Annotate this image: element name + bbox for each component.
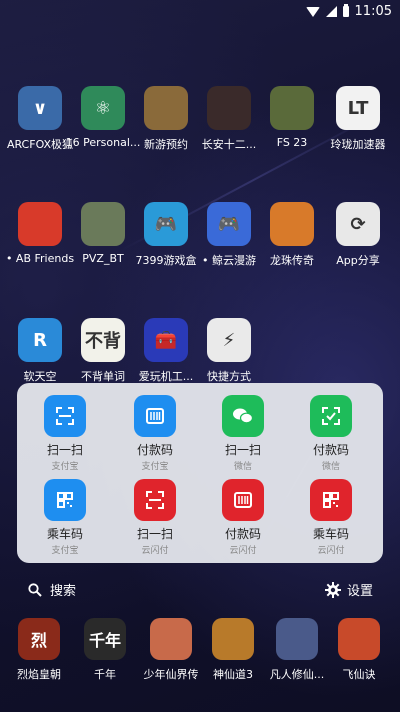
quick-action-4[interactable]: 乘车码 支付宝 xyxy=(21,479,109,556)
quick-pay-panel: 扫一扫 支付宝 付款码 支付宝 扫一扫 微信 付款码 微信 乘车码 支付宝 扫一扫 云闪付 付款码 云闪付… xyxy=(17,383,383,563)
quick-action-provider: 微信 xyxy=(233,462,252,472)
game-preview-icon xyxy=(144,86,188,130)
settings-button[interactable]: 设置 xyxy=(324,580,373,599)
shenxian-icon xyxy=(212,618,254,660)
toolbox-icon: 🧰 xyxy=(144,318,188,362)
qrcode-icon xyxy=(44,479,86,521)
quick-action-7[interactable]: 乘车码 云闪付 xyxy=(287,479,375,556)
search-button[interactable]: 搜索 xyxy=(28,580,76,599)
dock-app-shenxian[interactable]: 神仙道3 xyxy=(200,618,266,682)
dock-app-label: 少年仙界传 xyxy=(143,668,199,681)
quick-action-label: 付款码 xyxy=(136,443,173,457)
app-label: App分享 xyxy=(336,254,380,267)
arcfox-icon: ∨ xyxy=(18,86,62,130)
app-label: 玲珑加速器 xyxy=(330,138,386,151)
bubei-icon: 不背 xyxy=(81,318,125,362)
dock-app-label: 飞仙诀 xyxy=(342,668,376,681)
cloud-game-icon: 🎮 xyxy=(207,202,251,246)
search-label: 搜索 xyxy=(50,584,77,599)
quick-action-label: 付款码 xyxy=(224,527,261,541)
dragonball-icon xyxy=(270,202,314,246)
quick-action-provider: 支付宝 xyxy=(51,546,79,556)
qiannian-icon: 千年 xyxy=(84,618,126,660)
app-linglong[interactable]: LT 玲珑加速器 xyxy=(318,86,398,152)
quick-action-label: 扫一扫 xyxy=(136,527,173,541)
barcode-icon xyxy=(134,395,176,437)
quick-action-provider: 支付宝 xyxy=(141,462,169,472)
dock-app-label: 凡人修仙... xyxy=(269,668,325,681)
lieyan-icon: 烈 xyxy=(18,618,60,660)
quick-action-label: 扫一扫 xyxy=(46,443,83,457)
quick-action-provider: 微信 xyxy=(321,462,340,472)
wechat-icon xyxy=(222,395,264,437)
quick-action-provider: 支付宝 xyxy=(51,462,79,472)
quick-action-0[interactable]: 扫一扫 支付宝 xyxy=(21,395,109,472)
settings-label: 设置 xyxy=(346,584,373,599)
status-bar: 11:05 xyxy=(0,0,400,24)
farming-sim-icon xyxy=(270,86,314,130)
quick-action-provider: 云闪付 xyxy=(317,546,345,556)
quick-action-1[interactable]: 付款码 支付宝 xyxy=(111,395,199,472)
scan-icon xyxy=(44,395,86,437)
dock-app-fanren[interactable]: 凡人修仙... xyxy=(264,618,330,682)
fanren-icon xyxy=(276,618,318,660)
app-app-share[interactable]: ⟳ App分享 xyxy=(318,202,398,268)
ruantiankong-icon: R xyxy=(18,318,62,362)
dock-app-qiannian[interactable]: 千年 千年 xyxy=(72,618,138,682)
shaonian-icon xyxy=(150,618,192,660)
barcode-icon xyxy=(222,479,264,521)
dock-app-label: 烈焰皇朝 xyxy=(17,668,61,681)
clock: 11:05 xyxy=(354,4,392,19)
dock-app-label: 千年 xyxy=(94,668,116,681)
quick-action-5[interactable]: 扫一扫 云闪付 xyxy=(111,479,199,556)
wifi-icon xyxy=(305,6,320,17)
atom-icon: ⚛ xyxy=(81,86,125,130)
quick-action-provider: 云闪付 xyxy=(141,546,169,556)
app-share-icon: ⟳ xyxy=(336,202,380,246)
quick-action-label: 付款码 xyxy=(312,443,349,457)
dock-app-label: 神仙道3 xyxy=(213,668,253,681)
gear-icon xyxy=(324,581,341,598)
quick-action-6[interactable]: 付款码 云闪付 xyxy=(199,479,287,556)
dock-app-feixian[interactable]: 飞仙诀 xyxy=(326,618,392,682)
qrcode-scan-icon xyxy=(310,395,352,437)
signal-icon xyxy=(325,6,337,17)
changan-game-icon xyxy=(207,86,251,130)
dock-app-lieyan[interactable]: 烈烈焰皇朝 xyxy=(6,618,72,682)
search-icon xyxy=(28,582,42,597)
quick-action-3[interactable]: 付款码 微信 xyxy=(287,395,375,472)
linglong-icon: LT xyxy=(336,86,380,130)
shortcut-icon: ⚡ xyxy=(207,318,251,362)
quick-action-provider: 云闪付 xyxy=(229,546,257,556)
quick-action-label: 乘车码 xyxy=(312,527,349,541)
app-label: 快捷方式 xyxy=(207,370,251,383)
scan-icon xyxy=(134,479,176,521)
app-shortcut[interactable]: ⚡ 快捷方式 xyxy=(189,318,269,384)
dock-app-shaonian[interactable]: 少年仙界传 xyxy=(138,618,204,682)
angry-birds-icon xyxy=(18,202,62,246)
quick-action-label: 扫一扫 xyxy=(224,443,261,457)
zombie-icon xyxy=(81,202,125,246)
quick-action-label: 乘车码 xyxy=(46,527,83,541)
feixian-icon xyxy=(338,618,380,660)
quick-action-2[interactable]: 扫一扫 微信 xyxy=(199,395,287,472)
battery-icon xyxy=(342,4,349,17)
gamepad-icon: 🎮 xyxy=(144,202,188,246)
qrcode-icon xyxy=(310,479,352,521)
